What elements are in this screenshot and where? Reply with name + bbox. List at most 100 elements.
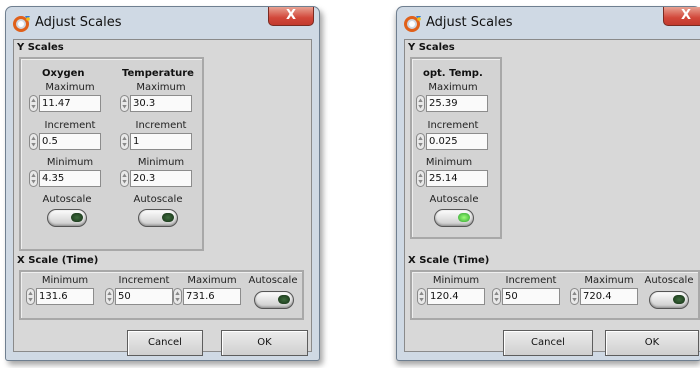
led-indicator — [162, 213, 174, 222]
led-indicator — [458, 213, 470, 222]
temperature-minimum-input[interactable]: 20.3 — [130, 170, 192, 187]
spinner-icon[interactable] — [570, 288, 579, 305]
minimum-label: Minimum — [41, 275, 89, 286]
opt-temp-autoscale-label: Autoscale — [429, 194, 479, 205]
increment-label: Increment — [505, 275, 557, 286]
dialog-body: Y Scales Oxygen Maximum 11.47 Increment … — [13, 39, 312, 356]
x-autoscale-label: Autoscale — [644, 275, 694, 286]
close-button[interactable]: X — [268, 7, 314, 26]
x-maximum-input[interactable]: 720.4 — [580, 288, 638, 305]
close-button[interactable]: X — [663, 7, 700, 26]
y-scales-label: Y Scales — [408, 42, 455, 53]
x-increment-input[interactable]: 50 — [502, 288, 560, 305]
opt-temp-maximum-input[interactable]: 25.39 — [426, 95, 488, 112]
column-header-oxygen: Oxygen — [42, 68, 85, 79]
x-increment: Increment 50 — [105, 275, 173, 307]
opt-temp-increment-input[interactable]: 0.025 — [426, 133, 488, 150]
title-bar[interactable]: Adjust Scales X — [397, 7, 700, 39]
spinner-icon[interactable] — [120, 133, 129, 150]
x-scale-panel: Minimum 131.6 Increment 50 Maximum 731.6… — [19, 270, 304, 320]
spinner-icon[interactable] — [173, 288, 182, 305]
y-scales-label: Y Scales — [17, 42, 64, 53]
led-indicator — [673, 295, 685, 304]
close-icon: X — [680, 8, 692, 23]
oxygen-maximum: Maximum 11.47 — [29, 82, 101, 114]
close-icon: X — [285, 8, 297, 23]
led-indicator — [71, 213, 83, 222]
adjust-scales-dialog-1: Adjust Scales X Y Scales Oxygen Maximum … — [5, 6, 320, 361]
x-scale-panel: Minimum 120.4 Increment 50 Maximum 720.4… — [410, 270, 700, 320]
opt-temp-maximum: Maximum 25.39 — [416, 82, 488, 114]
minimum-label: Minimum — [425, 157, 473, 168]
oxygen-autoscale-toggle[interactable] — [47, 209, 87, 227]
adjust-scales-dialog-2: Adjust Scales X Y Scales opt. Temp. Maxi… — [396, 6, 700, 361]
oxygen-maximum-input[interactable]: 11.47 — [39, 95, 101, 112]
opt-temp-minimum-input[interactable]: 25.14 — [426, 170, 488, 187]
oxygen-autoscale-label: Autoscale — [42, 194, 92, 205]
spinner-icon[interactable] — [492, 288, 501, 305]
spinner-icon[interactable] — [29, 170, 38, 187]
oxygen-increment: Increment 0.5 — [29, 120, 101, 152]
increment-label: Increment — [44, 120, 96, 131]
x-autoscale-toggle[interactable] — [254, 291, 294, 309]
x-minimum: Minimum 120.4 — [417, 275, 485, 307]
minimum-label: Minimum — [432, 275, 480, 286]
opt-temp-minimum: Minimum 25.14 — [416, 157, 488, 189]
spinner-icon[interactable] — [416, 170, 425, 187]
temperature-autoscale-label: Autoscale — [133, 194, 183, 205]
oxygen-minimum: Minimum 4.35 — [29, 157, 101, 189]
spinner-icon[interactable] — [120, 170, 129, 187]
x-increment: Increment 50 — [492, 275, 560, 307]
ok-button[interactable]: OK — [221, 330, 308, 356]
spinner-icon[interactable] — [26, 288, 35, 305]
x-minimum: Minimum 131.6 — [26, 275, 94, 307]
increment-label: Increment — [135, 120, 187, 131]
app-icon — [404, 14, 422, 32]
x-minimum-input[interactable]: 131.6 — [36, 288, 94, 305]
temperature-increment-input[interactable]: 1 — [130, 133, 192, 150]
spinner-icon[interactable] — [417, 288, 426, 305]
x-increment-input[interactable]: 50 — [115, 288, 173, 305]
spinner-icon[interactable] — [120, 95, 129, 112]
spinner-icon[interactable] — [29, 95, 38, 112]
x-autoscale-toggle[interactable] — [649, 291, 689, 309]
x-maximum: Maximum 731.6 — [173, 275, 241, 307]
window-title: Adjust Scales — [426, 15, 513, 30]
temperature-maximum: Maximum 30.3 — [120, 82, 192, 114]
oxygen-increment-input[interactable]: 0.5 — [39, 133, 101, 150]
opt-temp-autoscale-toggle[interactable] — [434, 209, 474, 227]
temperature-autoscale-toggle[interactable] — [138, 209, 178, 227]
spinner-icon[interactable] — [416, 95, 425, 112]
dialog-body: Y Scales opt. Temp. Maximum 25.39 Increm… — [404, 39, 700, 356]
increment-label: Increment — [118, 275, 170, 286]
led-indicator — [278, 295, 290, 304]
increment-label: Increment — [427, 120, 479, 131]
ok-button[interactable]: OK — [605, 330, 699, 356]
column-header-opt-temp: opt. Temp. — [423, 68, 483, 79]
maximum-label: Maximum — [136, 82, 186, 93]
spinner-icon[interactable] — [416, 133, 425, 150]
maximum-label: Maximum — [187, 275, 237, 286]
maximum-label: Maximum — [584, 275, 634, 286]
x-scale-label: X Scale (Time) — [17, 255, 99, 266]
temperature-increment: Increment 1 — [120, 120, 192, 152]
maximum-label: Maximum — [428, 82, 478, 93]
x-minimum-input[interactable]: 120.4 — [427, 288, 485, 305]
temperature-minimum: Minimum 20.3 — [120, 157, 192, 189]
x-maximum: Maximum 720.4 — [570, 275, 638, 307]
column-header-temperature: Temperature — [122, 68, 194, 79]
x-maximum-input[interactable]: 731.6 — [183, 288, 241, 305]
minimum-label: Minimum — [46, 157, 94, 168]
window-title: Adjust Scales — [35, 15, 122, 30]
spinner-icon[interactable] — [29, 133, 38, 150]
title-bar[interactable]: Adjust Scales X — [6, 7, 319, 39]
cancel-button[interactable]: Cancel — [503, 330, 593, 356]
temperature-maximum-input[interactable]: 30.3 — [130, 95, 192, 112]
app-icon — [13, 14, 31, 32]
opt-temp-increment: Increment 0.025 — [416, 120, 488, 152]
spinner-icon[interactable] — [105, 288, 114, 305]
y-scales-panel: opt. Temp. Maximum 25.39 Increment 0.025… — [410, 57, 502, 239]
oxygen-minimum-input[interactable]: 4.35 — [39, 170, 101, 187]
cancel-button[interactable]: Cancel — [127, 330, 203, 356]
minimum-label: Minimum — [137, 157, 185, 168]
